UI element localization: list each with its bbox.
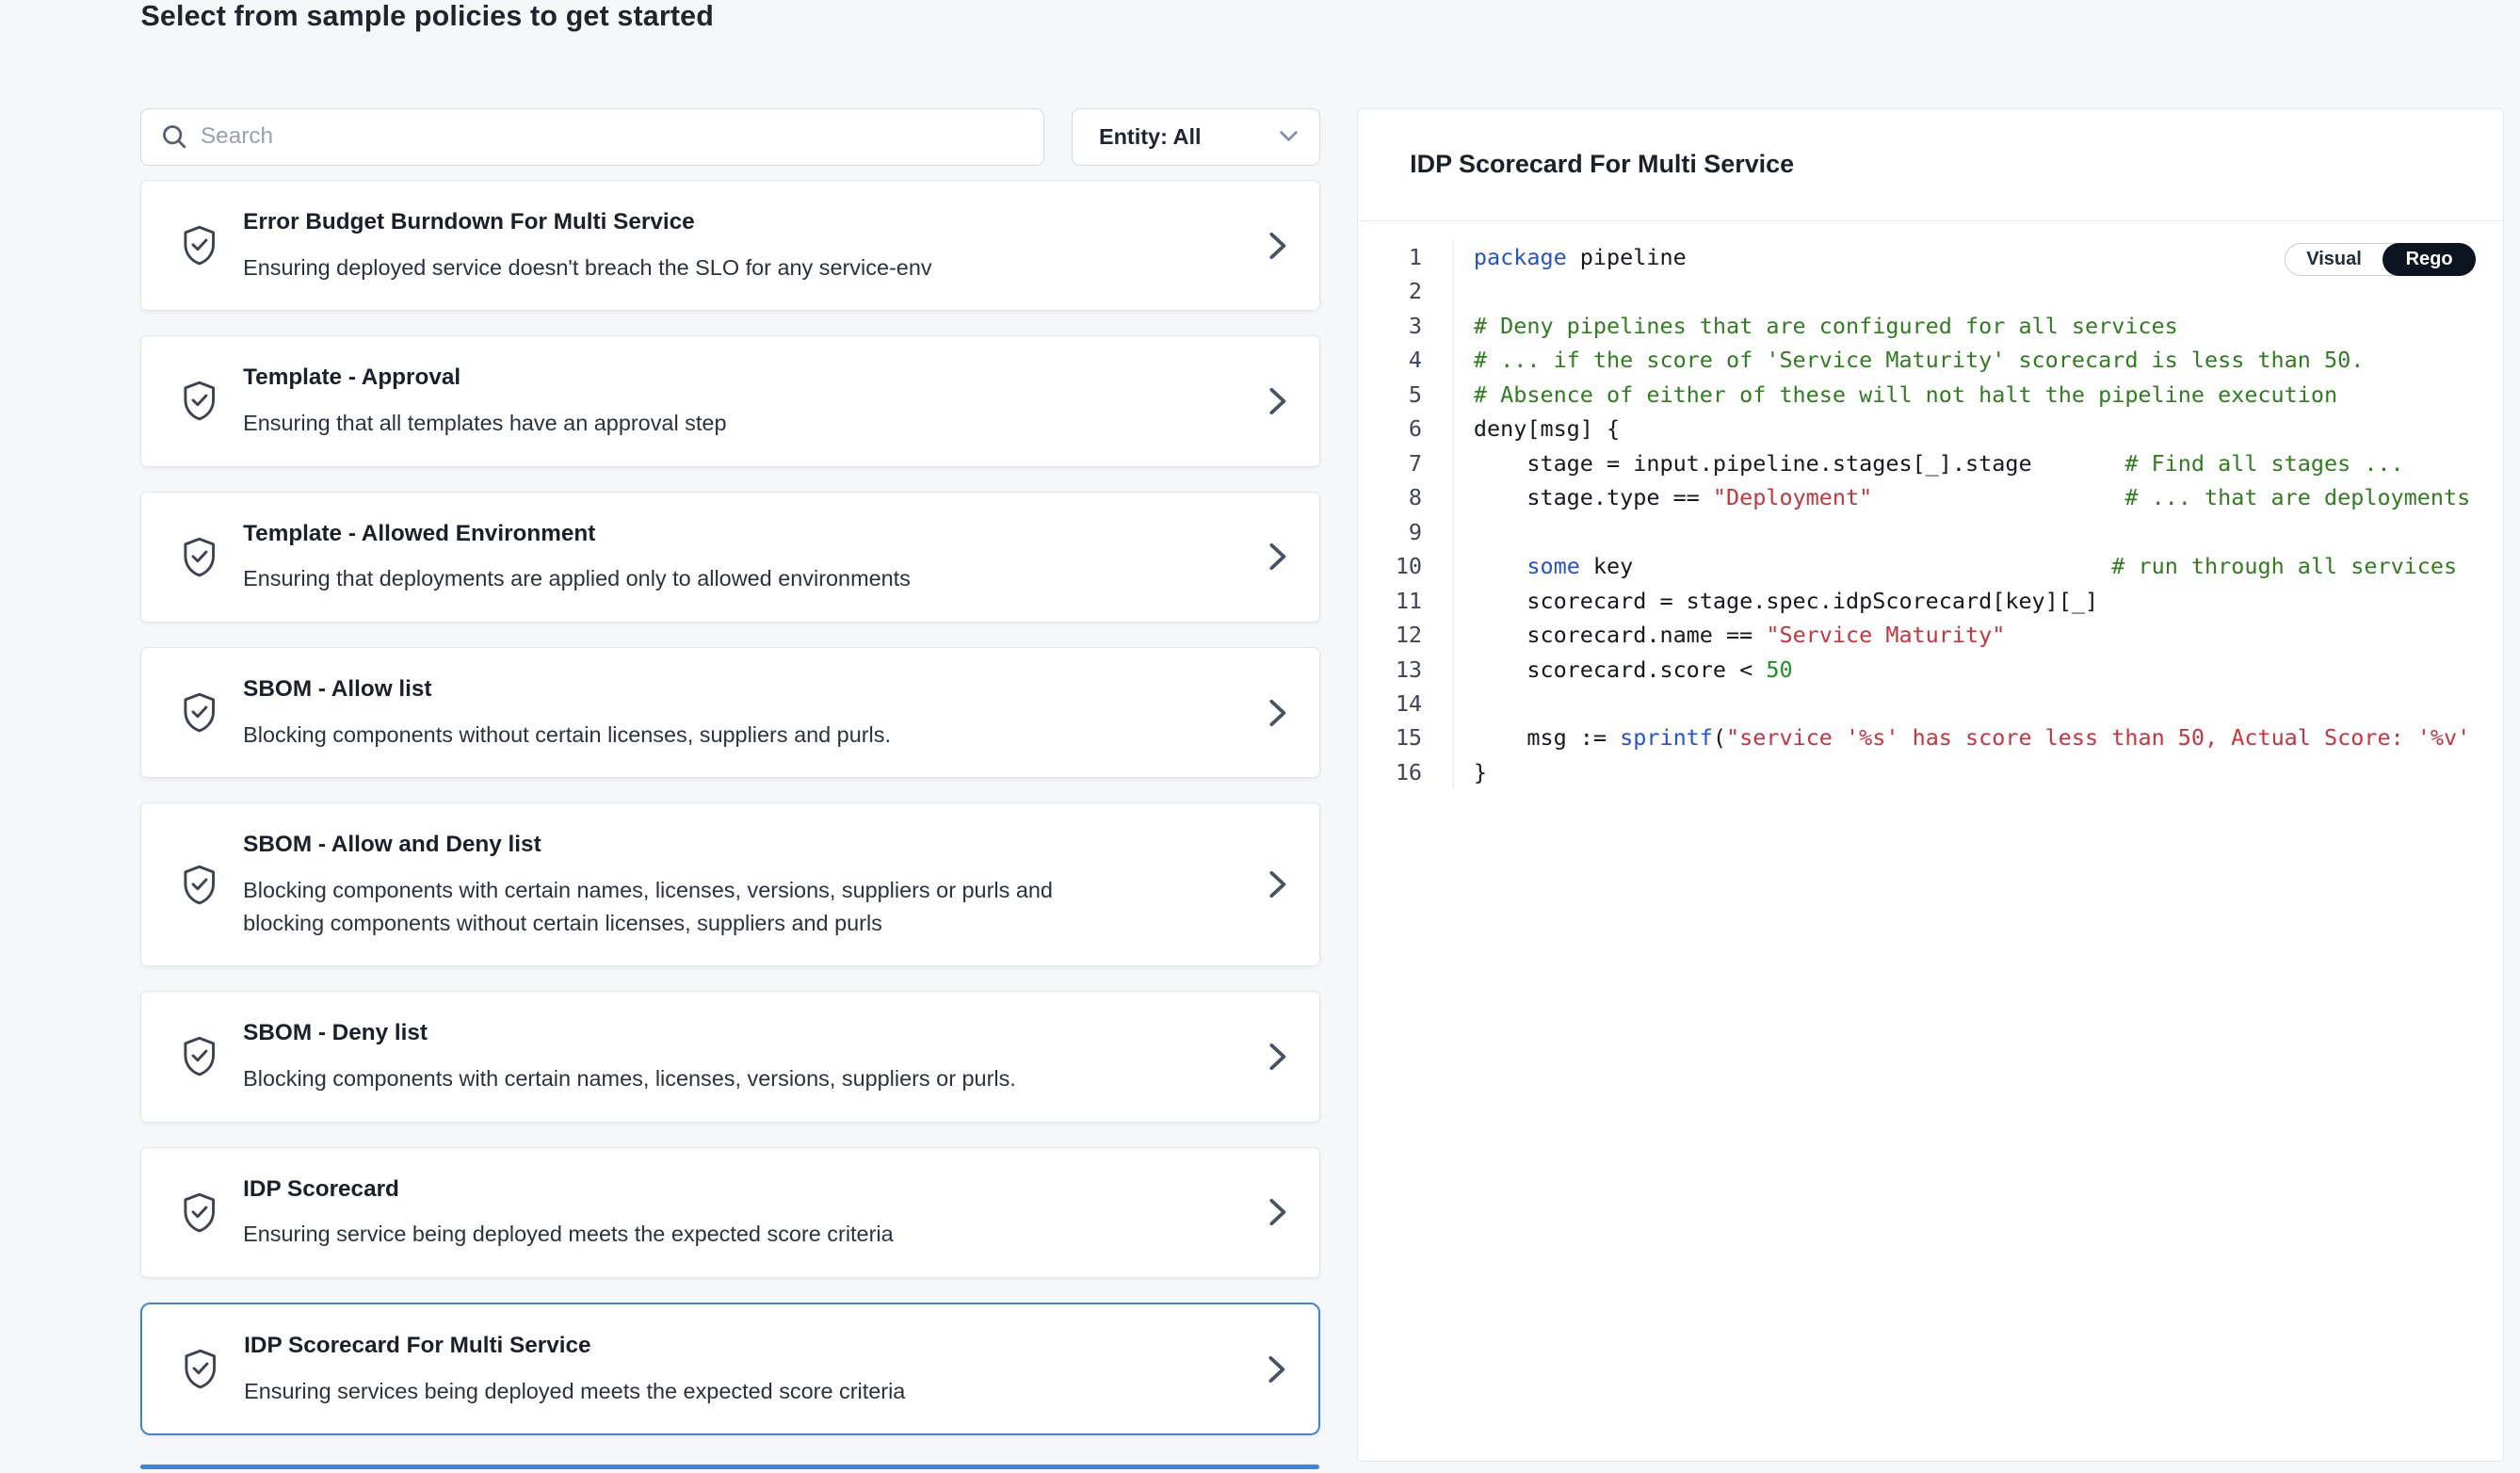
line-number: 4 <box>1358 343 1455 377</box>
policy-title: Error Budget Burndown For Multi Service <box>243 207 931 236</box>
rego-mode-button[interactable]: Rego <box>2383 243 2476 276</box>
policy-title: Template - Approval <box>243 363 726 392</box>
line-number: 10 <box>1358 549 1455 583</box>
entity-filter-label: Entity: All <box>1099 124 1202 150</box>
policy-description: Ensuring deployed service doesn't breach… <box>243 251 931 284</box>
policy-title: Template - Allowed Environment <box>243 519 911 548</box>
line-number: 11 <box>1358 584 1455 618</box>
policy-detail-panel: IDP Scorecard For Multi Service Visual R… <box>1357 108 2504 1462</box>
entity-filter-dropdown[interactable]: Entity: All <box>1072 108 1320 166</box>
line-number: 9 <box>1358 515 1455 549</box>
chevron-right-icon <box>1268 1042 1287 1071</box>
chevron-right-icon <box>1268 386 1287 415</box>
policy-description: Blocking components with certain names, … <box>243 1062 1016 1095</box>
policy-text: Template - Approval Ensuring that all te… <box>243 363 726 440</box>
code-line: 8 stage.type == "Deployment" # ... that … <box>1358 480 2503 514</box>
line-number: 5 <box>1358 378 1455 412</box>
policy-card[interactable]: SBOM - Deny list Blocking components wit… <box>140 991 1320 1122</box>
sample-policies-page: Select from sample policies to get start… <box>0 0 2520 1473</box>
line-number: 13 <box>1358 653 1455 687</box>
code-line: 15 msg := sprintf("service '%s' has scor… <box>1358 720 2503 754</box>
policy-description: Ensuring that deployments are applied on… <box>243 562 911 595</box>
policy-title: SBOM - Allow list <box>243 674 891 704</box>
shield-check-icon <box>178 863 220 907</box>
chevron-right-icon <box>1267 1354 1286 1384</box>
visual-mode-button[interactable]: Visual <box>2286 245 2383 274</box>
policy-text: SBOM - Allow list Blocking components wi… <box>243 674 891 752</box>
policy-title: SBOM - Deny list <box>243 1018 1016 1047</box>
code-line: 16} <box>1358 755 2503 789</box>
policy-text: Template - Allowed Environment Ensuring … <box>243 519 911 596</box>
line-number: 1 <box>1358 240 1455 274</box>
detail-panel-title: IDP Scorecard For Multi Service <box>1358 109 2503 179</box>
code-line: 12 scorecard.name == "Service Maturity" <box>1358 618 2503 652</box>
shield-check-icon <box>178 1190 220 1235</box>
policy-description: Ensuring services being deployed meets t… <box>244 1375 905 1408</box>
shield-check-icon <box>178 1035 220 1079</box>
line-number: 15 <box>1358 720 1455 754</box>
rego-code-editor[interactable]: 1package pipeline23# Deny pipelines that… <box>1358 220 2503 1461</box>
line-number: 7 <box>1358 446 1455 480</box>
policy-card[interactable]: Error Budget Burndown For Multi Service … <box>140 180 1320 311</box>
code-line: 5# Absence of either of these will not h… <box>1358 378 2503 412</box>
code-line: 10 some key # run through all services <box>1358 549 2503 583</box>
list-controls: Entity: All <box>140 108 1320 166</box>
code-line: 7 stage = input.pipeline.stages[_].stage… <box>1358 446 2503 480</box>
chevron-down-icon <box>1279 130 1299 143</box>
code-line: 9 <box>1358 515 2503 549</box>
code-line: 14 <box>1358 687 2503 720</box>
chevron-right-icon <box>1268 698 1287 727</box>
policy-description: Blocking components with certain names, … <box>243 874 1070 940</box>
code-line: 6deny[msg] { <box>1358 412 2503 445</box>
code-line: 3# Deny pipelines that are configured fo… <box>1358 309 2503 343</box>
policy-title: SBOM - Allow and Deny list <box>243 830 1070 859</box>
chevron-right-icon <box>1268 231 1287 260</box>
editor-mode-toggle: Visual Rego <box>2285 243 2475 276</box>
policy-card[interactable]: SBOM - Allow and Deny list Blocking comp… <box>140 802 1320 966</box>
list-bottom-accent <box>140 1465 1318 1469</box>
search-box[interactable] <box>140 108 1043 166</box>
chevron-right-icon <box>1268 870 1287 899</box>
policy-text: SBOM - Allow and Deny list Blocking comp… <box>243 830 1070 939</box>
policy-title: IDP Scorecard For Multi Service <box>244 1331 905 1360</box>
policy-description: Ensuring that all templates have an appr… <box>243 407 726 440</box>
shield-check-icon <box>178 380 220 424</box>
code-line: 2 <box>1358 274 2503 308</box>
line-number: 16 <box>1358 755 1455 789</box>
search-input[interactable] <box>201 123 1026 150</box>
code-line: 13 scorecard.score < 50 <box>1358 653 2503 687</box>
chevron-right-icon <box>1268 1198 1287 1227</box>
policy-card[interactable]: IDP Scorecard Ensuring service being dep… <box>140 1147 1320 1278</box>
shield-check-icon <box>178 223 220 267</box>
policy-text: Error Budget Burndown For Multi Service … <box>243 207 931 284</box>
policy-text: IDP Scorecard Ensuring service being dep… <box>243 1174 893 1252</box>
search-icon <box>161 123 187 150</box>
line-number: 3 <box>1358 309 1455 343</box>
line-number: 12 <box>1358 618 1455 652</box>
policy-description: Blocking components without certain lice… <box>243 719 891 752</box>
policy-card[interactable]: Template - Allowed Environment Ensuring … <box>140 492 1320 623</box>
policy-card[interactable]: SBOM - Allow list Blocking components wi… <box>140 647 1320 778</box>
policy-description: Ensuring service being deployed meets th… <box>243 1218 893 1251</box>
code-line: 4# ... if the score of 'Service Maturity… <box>1358 343 2503 377</box>
policy-card[interactable]: IDP Scorecard For Multi Service Ensuring… <box>140 1303 1320 1435</box>
code-lines: 1package pipeline23# Deny pipelines that… <box>1358 240 2503 790</box>
line-number: 2 <box>1358 274 1455 308</box>
line-number: 6 <box>1358 412 1455 445</box>
line-number: 8 <box>1358 480 1455 514</box>
policy-card[interactable]: Template - Approval Ensuring that all te… <box>140 335 1320 466</box>
policy-list: Error Budget Burndown For Multi Service … <box>140 180 1320 1435</box>
policy-title: IDP Scorecard <box>243 1174 893 1204</box>
line-number: 14 <box>1358 687 1455 720</box>
shield-check-icon <box>178 535 220 579</box>
page-title: Select from sample policies to get start… <box>140 0 714 33</box>
code-line: 11 scorecard = stage.spec.idpScorecard[k… <box>1358 584 2503 618</box>
policy-text: IDP Scorecard For Multi Service Ensuring… <box>244 1331 905 1408</box>
shield-check-icon <box>178 690 220 735</box>
policy-text: SBOM - Deny list Blocking components wit… <box>243 1018 1016 1095</box>
chevron-right-icon <box>1268 542 1287 572</box>
shield-check-icon <box>179 1347 221 1391</box>
